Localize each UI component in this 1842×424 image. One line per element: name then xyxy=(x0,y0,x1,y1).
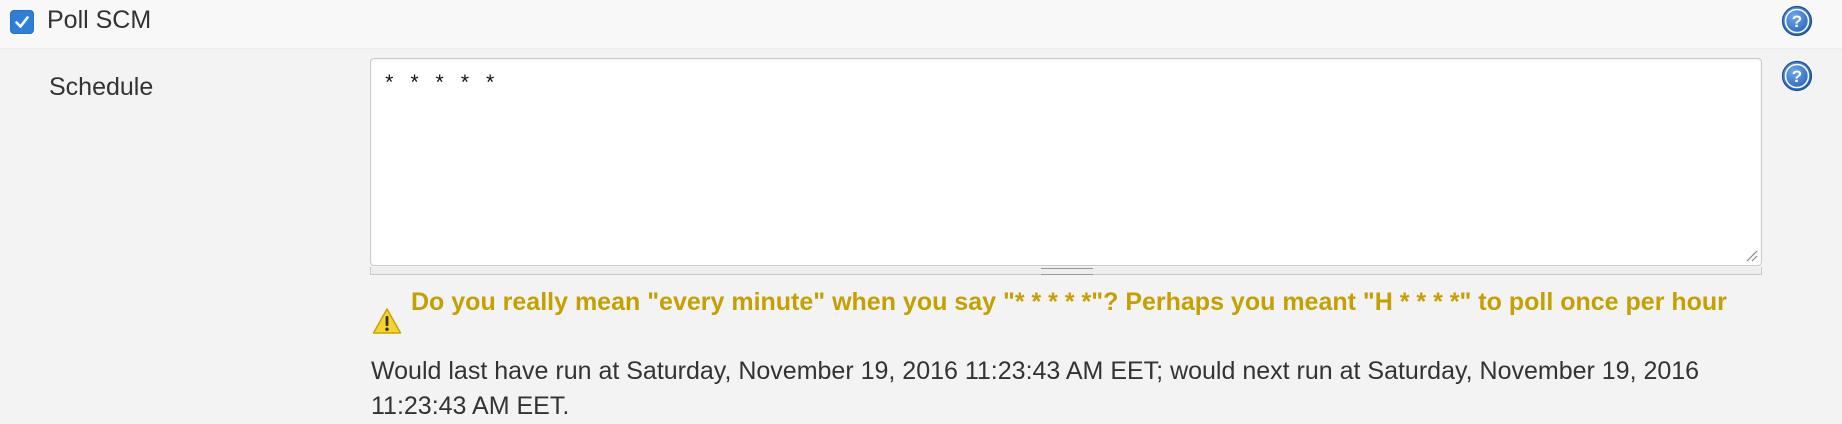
drag-grip-icon xyxy=(1041,268,1093,275)
svg-text:?: ? xyxy=(1792,12,1802,31)
poll-scm-checkbox[interactable] xyxy=(10,10,34,34)
schedule-label: Schedule xyxy=(49,73,154,101)
checkmark-icon xyxy=(15,16,29,28)
poll-scm-row: Poll SCM ? xyxy=(0,0,1842,49)
textarea-drag-bar[interactable] xyxy=(370,267,1762,275)
poll-scm-help-icon[interactable]: ? xyxy=(1781,5,1813,37)
validation-warning: Do you really mean "every minute" when y… xyxy=(411,288,1727,316)
schedule-run-info: Would last have run at Saturday, Novembe… xyxy=(371,357,1700,420)
svg-text:?: ? xyxy=(1792,67,1802,86)
resize-grip-icon[interactable] xyxy=(1744,248,1758,262)
schedule-field-container: * * * * * xyxy=(370,58,1762,276)
schedule-textarea[interactable]: * * * * * xyxy=(370,58,1762,266)
warning-icon xyxy=(372,308,402,334)
schedule-help-icon[interactable]: ? xyxy=(1781,60,1813,92)
poll-scm-label: Poll SCM xyxy=(47,6,152,34)
